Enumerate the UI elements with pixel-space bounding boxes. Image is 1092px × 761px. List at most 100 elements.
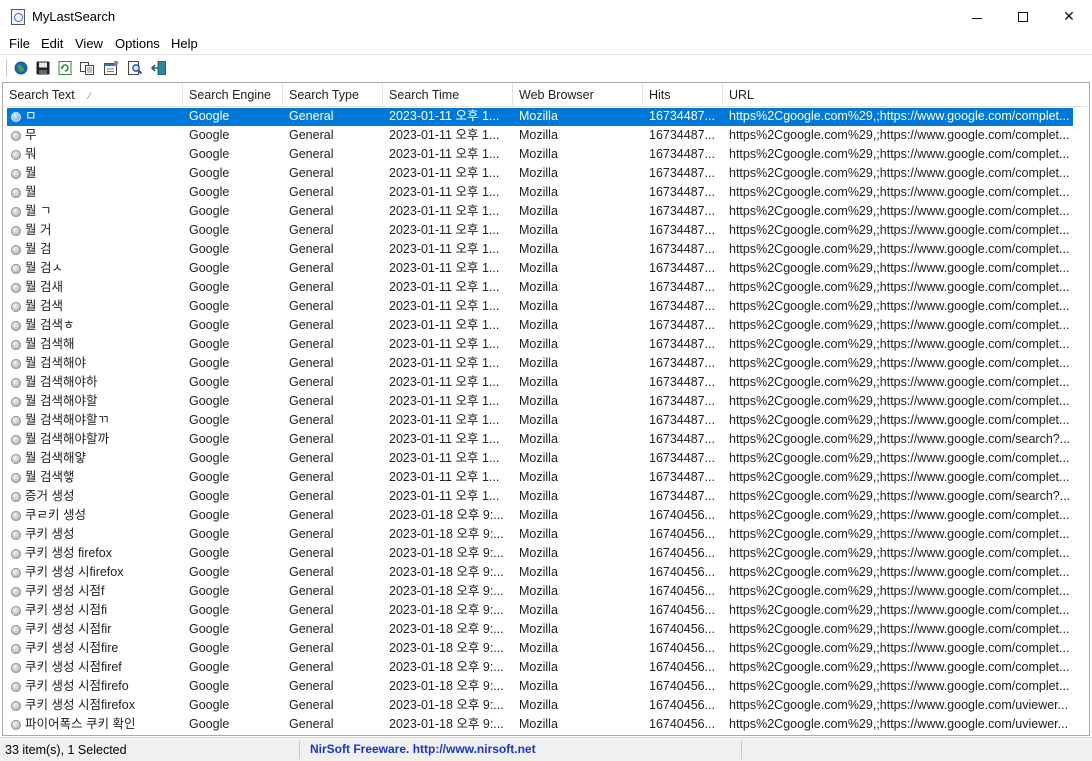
cell-search-engine: Google (189, 622, 230, 636)
html-report-button[interactable] (12, 59, 30, 77)
cell-url: https%2Cgoogle.com%29,;https://www.googl… (729, 375, 1070, 389)
table-row[interactable]: 쿠키 생성 firefox Google General 2023-01-18 오후 … (3, 544, 1089, 563)
table-row[interactable]: 쿠ㄹ키 생성 Google General 2023-01-18 오후 9:... Mo… (3, 506, 1089, 525)
properties-button[interactable] (102, 59, 120, 77)
nirsoft-link[interactable]: NirSoft Freeware. http://www.nirsoft.net (310, 742, 536, 756)
table-row[interactable]: 쿠키 생성 시firefox Google General 2023-01-18 오후… (3, 563, 1089, 582)
table-row[interactable]: 뭘 검 Google General 2023-01-11 오후 1... Mozill… (3, 240, 1089, 259)
menu-file[interactable]: File (9, 36, 30, 51)
cell-search-engine: Google (189, 318, 230, 332)
cell-search-time: 2023-01-11 오후 1... (389, 166, 500, 180)
table-row[interactable]: 뭘 검색해야할 Google General 2023-01-11 오후 1... Mo… (3, 392, 1089, 411)
find-button[interactable] (126, 59, 144, 77)
cell-search-time: 2023-01-11 오후 1... (389, 356, 500, 370)
cell-search-time: 2023-01-11 오후 1... (389, 489, 500, 503)
table-row[interactable]: 쿠키 생성 시점f Google General 2023-01-18 오후 9:..… (3, 582, 1089, 601)
table-row[interactable]: 쿠키 생성 시점fi Google General 2023-01-18 오후 9:.… (3, 601, 1089, 620)
table-row[interactable]: 뭘 Google General 2023-01-11 오후 1... Mozilla 1… (3, 164, 1089, 183)
table-row[interactable]: 뭘 검색ㅎ Google General 2023-01-11 오후 1... Mozi… (3, 316, 1089, 335)
maximize-button[interactable] (1000, 0, 1046, 34)
menu-edit[interactable]: Edit (41, 36, 63, 51)
cell-search-text: 쿠키 생성 시점f (25, 584, 105, 598)
column-header-search-engine[interactable]: Search Engine (183, 83, 283, 107)
table-row[interactable]: 파이어폭스 쿠키 확인 Google General 2023-01-18 오후 9:… (3, 715, 1089, 734)
column-header-search-type[interactable]: Search Type (283, 83, 383, 107)
cell-search-type: General (289, 337, 334, 351)
table-row[interactable]: ㅁ Google General 2023-01-11 오후 1... Mozilla 1… (3, 107, 1089, 126)
refresh-icon (58, 61, 72, 75)
table-row[interactable]: 뭘 검ㅅ Google General 2023-01-11 오후 1... Mozil… (3, 259, 1089, 278)
cell-search-engine: Google (189, 508, 230, 522)
menu-help[interactable]: Help (171, 36, 198, 51)
table-row[interactable]: 뭘 검색해야 Google General 2023-01-11 오후 1... Moz… (3, 354, 1089, 373)
column-header-search-time[interactable]: Search Time (383, 83, 513, 107)
cell-search-type: General (289, 242, 334, 256)
table-row[interactable]: 증거 생성 Google General 2023-01-11 오후 1... Mozi… (3, 487, 1089, 506)
cell-search-type: General (289, 660, 334, 674)
cell-web-browser: Mozilla (519, 603, 558, 617)
table-row[interactable]: 뭘 검색해 Google General 2023-01-11 오후 1... Mozi… (3, 335, 1089, 354)
table-row[interactable]: 뭘 검색해야할까 Google General 2023-01-11 오후 1... M… (3, 430, 1089, 449)
status-divider (741, 740, 742, 759)
table-row[interactable]: 뭘 검새 Google General 2023-01-11 오후 1... Mozil… (3, 278, 1089, 297)
cell-search-engine: Google (189, 698, 230, 712)
cell-hits: 16734487... (649, 204, 716, 218)
table-row[interactable]: 쿠키 생성 시점fire Google General 2023-01-18 오후 9… (3, 639, 1089, 658)
cell-search-engine: Google (189, 413, 230, 427)
column-header-hits[interactable]: Hits (643, 83, 723, 107)
menu-bar: File Edit View Options Help (0, 34, 1092, 54)
column-header-web-browser[interactable]: Web Browser (513, 83, 643, 107)
cell-search-text: 쿠키 생성 시점fi (25, 603, 108, 617)
cell-search-text: 뭘 (25, 185, 37, 199)
menu-options[interactable]: Options (115, 36, 160, 51)
table-row[interactable]: 뭘 검색햏 Google General 2023-01-11 오후 1... Mozi… (3, 468, 1089, 487)
cell-hits: 16734487... (649, 356, 716, 370)
minimize-icon (972, 17, 982, 19)
search-item-icon (11, 625, 21, 635)
column-header-search-text[interactable]: Search Text ⁄ (3, 83, 183, 107)
table-row[interactable]: 뭐 Google General 2023-01-11 오후 1... Mozilla 1… (3, 145, 1089, 164)
cell-web-browser: Mozilla (519, 470, 558, 484)
copy-button[interactable] (78, 59, 96, 77)
cell-hits: 16740456... (649, 679, 716, 693)
table-row[interactable]: 뭘 거 Google General 2023-01-11 오후 1... Mozill… (3, 221, 1089, 240)
cell-url: https%2Cgoogle.com%29,;https://www.googl… (729, 128, 1070, 142)
cell-search-engine: Google (189, 185, 230, 199)
cell-web-browser: Mozilla (519, 717, 558, 731)
save-button[interactable] (34, 59, 52, 77)
column-header-url[interactable]: URL (723, 83, 1089, 107)
table-row[interactable]: 무 Google General 2023-01-11 오후 1... Mozilla 1… (3, 126, 1089, 145)
cell-search-type: General (289, 508, 334, 522)
search-results-list[interactable]: Search Text ⁄ Search Engine Search Type S… (2, 82, 1090, 736)
cell-url: https%2Cgoogle.com%29,;https://www.googl… (729, 489, 1071, 503)
cell-search-time: 2023-01-18 오후 9:... (389, 698, 504, 712)
cell-url: https%2Cgoogle.com%29,;https://www.googl… (729, 698, 1069, 712)
cell-search-type: General (289, 622, 334, 636)
table-row[interactable]: 쿠키 생성 시점firefo Google General 2023-01-18 오후… (3, 677, 1089, 696)
cell-hits: 16734487... (649, 337, 716, 351)
table-row[interactable]: 뭘 Google General 2023-01-11 오후 1... Mozilla 1… (3, 183, 1089, 202)
menu-view[interactable]: View (75, 36, 103, 51)
table-row[interactable]: 뭘 검색해야하 Google General 2023-01-11 오후 1... Mo… (3, 373, 1089, 392)
table-row[interactable]: 쿠키 생성 시점fir Google General 2023-01-18 오후 9:… (3, 620, 1089, 639)
cell-hits: 16740456... (649, 717, 716, 731)
cell-search-type: General (289, 261, 334, 275)
table-row[interactable]: 쿠키 생성 시점firefox Google General 2023-01-18 오… (3, 696, 1089, 715)
cell-search-time: 2023-01-11 오후 1... (389, 394, 500, 408)
exit-button[interactable] (150, 59, 168, 77)
cell-web-browser: Mozilla (519, 318, 558, 332)
table-row[interactable]: 뭘 검색해야할ㄲ Google General 2023-01-11 오후 1... M… (3, 411, 1089, 430)
table-row[interactable]: 뭘 검색 Google General 2023-01-11 오후 1... Mozil… (3, 297, 1089, 316)
refresh-button[interactable] (56, 59, 74, 77)
table-row[interactable]: 쿠키 생성 Google General 2023-01-18 오후 9:... Moz… (3, 525, 1089, 544)
cell-search-text: 뭘 검색해 (25, 337, 75, 351)
cell-search-engine: Google (189, 489, 230, 503)
table-row[interactable]: 뭘 ㄱ Google General 2023-01-11 오후 1... Mozill… (3, 202, 1089, 221)
cell-search-type: General (289, 584, 334, 598)
table-row[interactable]: 쿠키 생성 시점firef Google General 2023-01-18 오후 … (3, 658, 1089, 677)
close-button[interactable]: ✕ (1046, 0, 1092, 34)
cell-search-text: 쿠키 생성 시점firefox (25, 698, 135, 712)
search-item-icon (11, 492, 21, 502)
table-row[interactable]: 뭘 검색해얗 Google General 2023-01-11 오후 1... Moz… (3, 449, 1089, 468)
minimize-button[interactable] (954, 0, 1000, 34)
